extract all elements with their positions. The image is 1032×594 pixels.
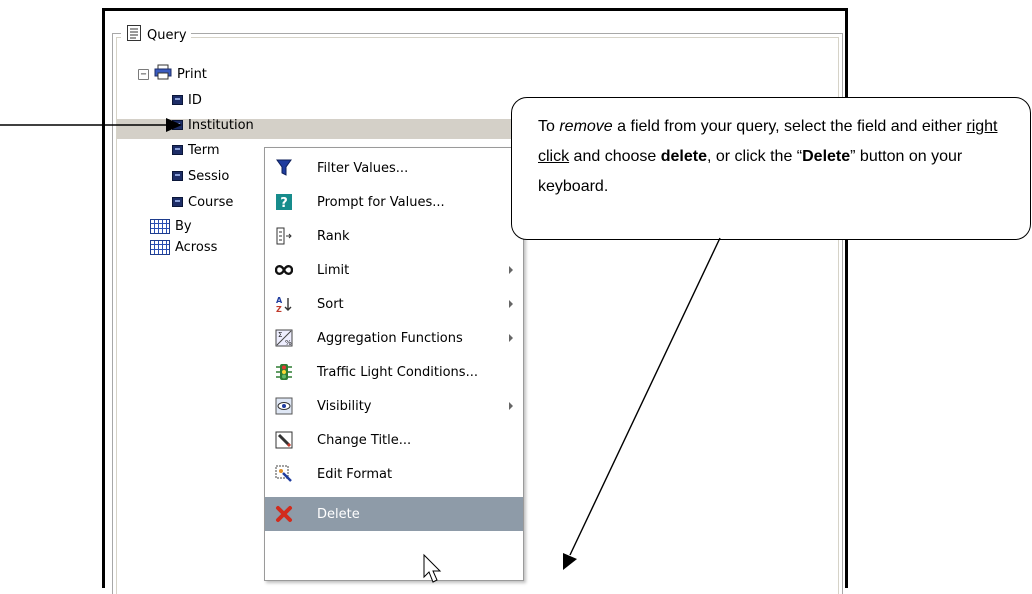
menu-label: Traffic Light Conditions... xyxy=(317,364,478,380)
menu-item-prompt-for-values[interactable]: ? Prompt for Values... xyxy=(265,185,523,219)
callout-text-part: and choose xyxy=(569,148,661,165)
menu-item-edit-format[interactable]: Edit Format xyxy=(265,457,523,491)
tree-label-id: ID xyxy=(188,92,202,108)
red-x-icon xyxy=(274,504,294,524)
instruction-callout: To remove a field from your query, selec… xyxy=(511,97,1031,240)
callout-text-part: , or click the “ xyxy=(706,148,803,165)
tree-field-course[interactable]: Course xyxy=(172,192,233,212)
svg-text:Z: Z xyxy=(276,305,282,313)
tree-label-by: By xyxy=(175,218,192,234)
tree-label-print: Print xyxy=(177,66,207,82)
grid-icon xyxy=(150,218,170,234)
tree-label-session: Sessio xyxy=(188,168,230,184)
tree-node-by[interactable]: By xyxy=(150,216,192,236)
infinity-icon xyxy=(274,260,294,280)
svg-text:%: % xyxy=(285,339,292,347)
grid-icon xyxy=(150,239,170,255)
field-icon xyxy=(172,95,183,105)
menu-item-delete[interactable]: Delete xyxy=(265,497,523,531)
submenu-arrow-icon xyxy=(509,334,513,342)
menu-item-rank[interactable]: Rank xyxy=(265,219,523,253)
submenu-arrow-icon xyxy=(509,402,513,410)
svg-text:?: ? xyxy=(280,196,288,211)
menu-label: Sort xyxy=(317,296,344,312)
field-icon xyxy=(172,171,183,181)
tree-field-session[interactable]: Sessio xyxy=(172,166,229,186)
pencil-icon xyxy=(274,430,294,450)
prompt-icon: ? xyxy=(274,192,294,212)
callout-bold-delete-key: Delete xyxy=(802,148,851,165)
query-panel-title: Query xyxy=(147,27,187,43)
menu-item-change-title[interactable]: Change Title... xyxy=(265,423,523,457)
menu-label: Edit Format xyxy=(317,466,393,482)
tree-label-term: Term xyxy=(188,142,220,158)
menu-label: Change Title... xyxy=(317,432,412,448)
callout-text-part: a field from your query, select the fiel… xyxy=(612,118,967,135)
menu-label: Filter Values... xyxy=(317,160,409,176)
context-menu: Filter Values... ? Prompt for Values... … xyxy=(264,147,524,581)
field-icon xyxy=(172,145,183,155)
callout-text: To remove a field from your query, selec… xyxy=(538,112,1018,202)
menu-item-visibility[interactable]: Visibility xyxy=(265,389,523,423)
collapse-icon[interactable]: − xyxy=(138,68,149,80)
query-panel-header: Query xyxy=(121,24,191,46)
tree-label-institution: Institution xyxy=(188,117,254,133)
tree-node-print[interactable]: − Print xyxy=(138,64,207,84)
svg-text:A: A xyxy=(276,296,283,305)
tree-label-across: Across xyxy=(175,239,218,255)
aggregation-icon: Σ% xyxy=(274,328,294,348)
field-icon xyxy=(172,197,183,207)
submenu-arrow-icon xyxy=(509,266,513,274)
document-icon xyxy=(125,24,143,46)
callout-text-part: To xyxy=(538,118,560,135)
callout-bold-delete: delete xyxy=(660,148,707,165)
menu-label: Limit xyxy=(317,262,350,278)
svg-text:Σ: Σ xyxy=(278,331,282,339)
menu-item-sort[interactable]: AZ Sort xyxy=(265,287,523,321)
tree-node-across[interactable]: Across xyxy=(150,237,217,257)
field-icon xyxy=(172,120,183,130)
menu-label: Visibility xyxy=(317,398,372,414)
menu-label: Aggregation Functions xyxy=(317,330,463,346)
menu-item-aggregation-functions[interactable]: Σ% Aggregation Functions xyxy=(265,321,523,355)
eye-icon xyxy=(274,396,294,416)
traffic-light-icon xyxy=(274,362,294,382)
printer-icon xyxy=(154,64,172,84)
filter-funnel-icon xyxy=(274,158,294,178)
tree-label-course: Course xyxy=(188,194,234,210)
submenu-arrow-icon xyxy=(509,300,513,308)
rank-icon xyxy=(274,226,294,246)
menu-item-traffic-light-conditions[interactable]: Traffic Light Conditions... xyxy=(265,355,523,389)
menu-label: Rank xyxy=(317,228,350,244)
format-icon xyxy=(274,464,294,484)
sort-az-icon: AZ xyxy=(274,294,294,314)
menu-item-limit[interactable]: Limit xyxy=(265,253,523,287)
tree-field-id[interactable]: ID xyxy=(172,90,202,110)
callout-emphasis-remove: remove xyxy=(559,118,613,135)
menu-item-filter-values[interactable]: Filter Values... xyxy=(265,151,523,185)
menu-label: Delete xyxy=(317,506,360,522)
menu-label: Prompt for Values... xyxy=(317,194,445,210)
tree-field-term[interactable]: Term xyxy=(172,140,220,160)
